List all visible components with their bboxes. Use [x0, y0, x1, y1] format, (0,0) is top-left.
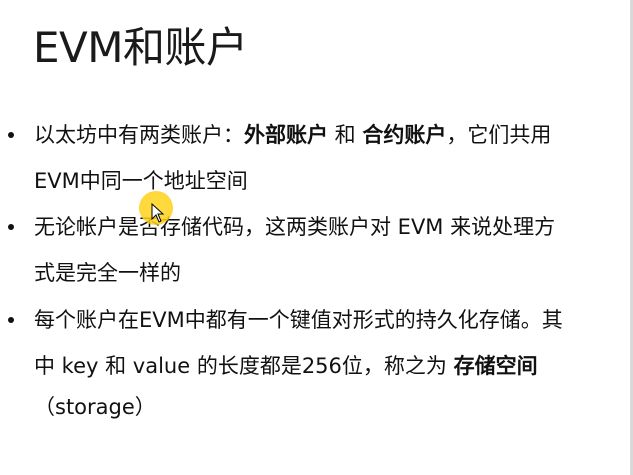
- bullet-1-line-2: EVM中同一个地址空间: [34, 169, 248, 193]
- slide: EVM和账户 以太坊中有两类账户：外部账户 和 合约账户，它们共用 EVM中同一…: [0, 0, 633, 475]
- slide-title: EVM和账户: [33, 23, 248, 72]
- bullet-1-line-1: 以太坊中有两类账户：外部账户 和 合约账户，它们共用: [34, 112, 551, 158]
- bullet-1-text-c: 和: [328, 123, 363, 147]
- bullet-3-line-1: 每个账户在EVM中都有一个键值对形式的持久化存储。其: [34, 308, 563, 332]
- storage-space-term: 存储空间: [453, 354, 538, 378]
- bullet-dot-icon: [8, 317, 14, 323]
- contract-account-term: 合约账户: [362, 123, 447, 147]
- bullet-2-line-1: 无论帐户是否存储代码，这两类账户对 EVM 来说处理方: [34, 215, 556, 239]
- mouse-pointer-icon: [151, 203, 165, 223]
- bullet-1-text-a: 以太坊中有两类账户：: [34, 123, 244, 147]
- external-account-term: 外部账户: [244, 123, 328, 147]
- bullet-3-line-2: 中 key 和 value 的长度都是256位，称之为 存储空间: [34, 343, 538, 389]
- bullet-dot-icon: [8, 224, 14, 230]
- bullet-3-text-a: 中 key 和 value 的长度都是256位，称之为: [34, 354, 454, 378]
- bullet-2-line-2: 式是完全一样的: [34, 261, 181, 285]
- bullet-3-line-3: （storage）: [34, 395, 156, 419]
- bullet-1-text-e: ，它们共用: [446, 123, 552, 147]
- bullet-dot-icon: [8, 132, 14, 138]
